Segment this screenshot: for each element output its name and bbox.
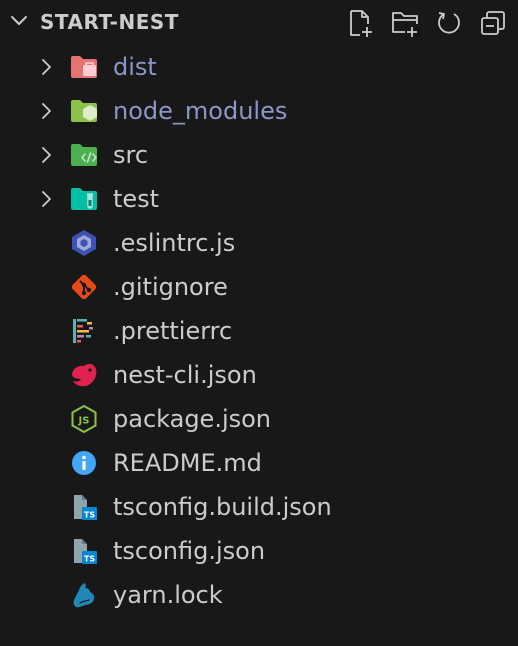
new-folder-icon: [392, 12, 418, 37]
file-yarn-lock[interactable]: yarn.lock: [0, 573, 518, 617]
prettier-icon: [73, 319, 93, 343]
tsconfig-icon: TS: [74, 539, 97, 564]
svg-text:TS: TS: [84, 511, 95, 520]
file-nest-cli[interactable]: nest-cli.json: [0, 353, 518, 397]
tree-item-label: node_modules: [113, 97, 288, 125]
file-gitignore[interactable]: .gitignore: [0, 265, 518, 309]
tree-item-label: yarn.lock: [113, 581, 223, 609]
tree-item-label: .eslintrc.js: [113, 229, 236, 257]
tree-item-label: tsconfig.json: [113, 537, 266, 565]
chevron-right-icon[interactable]: [36, 101, 56, 121]
file-readme[interactable]: README.md: [0, 441, 518, 485]
explorer-actions: [344, 6, 510, 38]
tree-item-label: nest-cli.json: [113, 361, 257, 389]
folder-dist-icon: [71, 56, 97, 78]
tree-item-label: .gitignore: [113, 273, 228, 301]
folder-node-modules[interactable]: node_modules: [0, 89, 518, 133]
tree-item-label: test: [113, 185, 160, 213]
explorer-title: START-NEST: [40, 10, 179, 34]
file-tsconfig-build[interactable]: TS tsconfig.build.json: [0, 485, 518, 529]
tree-item-label: tsconfig.build.json: [113, 493, 332, 521]
refresh-icon: [438, 12, 460, 34]
collapse-all-icon: [481, 11, 505, 35]
chevron-down-icon[interactable]: [10, 14, 28, 28]
new-file-button[interactable]: [344, 6, 378, 40]
chevron-right-icon[interactable]: [36, 57, 56, 77]
tsconfig-icon: TS: [74, 495, 97, 520]
folder-test-icon: [71, 188, 97, 210]
file-tree: dist node_modules src test .eslintrc.js …: [0, 45, 518, 617]
tree-item-label: .prettierrc: [113, 317, 233, 345]
folder-src[interactable]: src: [0, 133, 518, 177]
new-file-icon: [350, 10, 372, 37]
explorer-section-header[interactable]: START-NEST: [0, 0, 518, 44]
nestjs-icon: [72, 363, 97, 387]
collapse-all-button[interactable]: [476, 6, 510, 40]
folder-src-icon: [71, 144, 97, 166]
nodejs-icon: JS: [71, 405, 97, 433]
refresh-button[interactable]: [432, 6, 466, 40]
git-icon: [71, 274, 97, 300]
tree-item-label: README.md: [113, 449, 262, 477]
folder-dist[interactable]: dist: [0, 45, 518, 89]
tree-item-label: dist: [113, 53, 157, 81]
folder-test[interactable]: test: [0, 177, 518, 221]
tree-item-label: package.json: [113, 405, 272, 433]
svg-text:JS: JS: [78, 416, 90, 427]
eslint-icon: [72, 230, 96, 256]
tree-item-label: src: [113, 141, 149, 169]
file-package-json[interactable]: JS package.json: [0, 397, 518, 441]
file-prettierrc[interactable]: .prettierrc: [0, 309, 518, 353]
folder-node-icon: [71, 100, 97, 122]
svg-text:TS: TS: [84, 555, 95, 564]
file-tsconfig[interactable]: TS tsconfig.json: [0, 529, 518, 573]
file-eslintrc[interactable]: .eslintrc.js: [0, 221, 518, 265]
yarn-icon: [73, 583, 95, 608]
chevron-right-icon[interactable]: [36, 145, 56, 165]
new-folder-button[interactable]: [388, 6, 422, 40]
chevron-right-icon[interactable]: [36, 189, 56, 209]
info-icon: [72, 451, 96, 475]
